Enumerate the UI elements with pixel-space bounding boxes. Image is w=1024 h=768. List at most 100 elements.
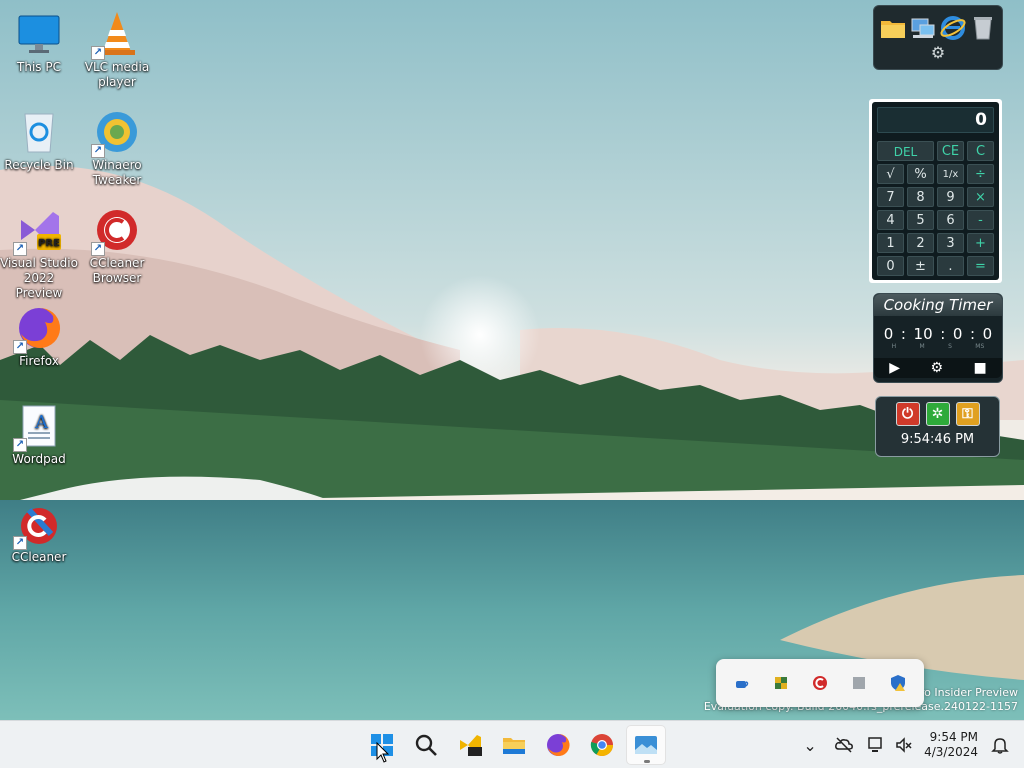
recycle-bin-icon: [15, 108, 63, 156]
calc-key-7[interactable]: 7: [877, 187, 904, 207]
system-tray: ⌄ 9:54 PM 4/3/2024: [796, 721, 1024, 768]
calc-key-subtract[interactable]: -: [967, 210, 994, 230]
search-button[interactable]: [406, 725, 446, 765]
svg-text:PRE: PRE: [38, 238, 60, 249]
onedrive-off-icon[interactable]: [830, 731, 858, 759]
gear-icon[interactable]: ⚙: [930, 360, 943, 376]
timer-unit-ms: MS: [975, 343, 985, 350]
ccleaner-tray-icon[interactable]: [811, 674, 829, 692]
calculator-gadget: 0 DEL CE C √ % 1/x ÷ 7 8 9 × 4 5 6 - 1 2…: [869, 99, 1002, 283]
desktop-icon-ccleaner-browser[interactable]: ↗ CCleaner Browser: [78, 206, 156, 286]
desktop-icon-vlc[interactable]: ↗ VLC media player: [78, 10, 156, 90]
taskbar-chrome[interactable]: [582, 725, 622, 765]
recycle-bin-icon[interactable]: [969, 14, 997, 42]
folder-icon[interactable]: [879, 14, 907, 42]
wordpad-icon: A ↗: [13, 402, 63, 452]
desktop-icon-wordpad[interactable]: A ↗ Wordpad: [0, 402, 78, 467]
file-explorer-icon: [503, 738, 525, 754]
calc-key-del[interactable]: DEL: [877, 141, 934, 161]
calculator-keypad: DEL CE C √ % 1/x ÷ 7 8 9 × 4 5 6 - 1 2 3…: [877, 141, 994, 276]
network-computer-icon[interactable]: [909, 14, 937, 42]
desktop-icon-label: This PC: [17, 60, 61, 74]
calc-key-2[interactable]: 2: [907, 233, 934, 253]
timer-unit-labels: H M S MS: [874, 343, 1002, 350]
clock-time: 9:54 PM: [929, 730, 978, 744]
desktop-icon-winaero-tweaker[interactable]: ↗ Winaero Tweaker: [78, 108, 156, 188]
security-warning-icon[interactable]: [889, 674, 907, 692]
calc-key-sqrt[interactable]: √: [877, 164, 904, 184]
timer-milliseconds[interactable]: 0: [983, 325, 993, 343]
timer-separator: :: [900, 325, 906, 343]
network-icon[interactable]: [862, 731, 890, 759]
shortcut-arrow-icon: ↗: [91, 242, 105, 256]
volume-mute-icon[interactable]: [890, 731, 918, 759]
winaero-tweaker-icon: ↗: [91, 108, 141, 158]
desktop-icon-label: CCleaner: [89, 256, 145, 270]
desktop-icon-this-pc[interactable]: This PC: [0, 10, 78, 75]
gadget-clock: 9:54:46 PM: [900, 432, 975, 447]
lock-key-icon[interactable]: ⚿: [955, 402, 980, 426]
taskbar-visual-studio-preview[interactable]: [450, 725, 490, 765]
calc-key-5[interactable]: 5: [907, 210, 934, 230]
taskbar-firefox[interactable]: [538, 725, 578, 765]
timer-title: Cooking Timer: [874, 294, 1002, 316]
coffee-cup-icon[interactable]: [733, 674, 751, 692]
desktop-icon-label: player: [98, 75, 136, 89]
power-clock-gadget: ⏻ ✲ ⚿ 9:54:46 PM: [875, 396, 1000, 457]
gear-icon[interactable]: ⚙: [874, 44, 1002, 62]
restart-icon[interactable]: ✲: [925, 402, 950, 426]
timer-separator: :: [940, 325, 946, 343]
timer-unit-s: S: [948, 343, 952, 350]
calc-key-1[interactable]: 1: [877, 233, 904, 253]
play-icon[interactable]: ▶: [889, 360, 900, 376]
shutdown-icon[interactable]: ⏻: [895, 402, 920, 426]
calc-key-add[interactable]: +: [967, 233, 994, 253]
visual-studio-icon: PRE ↗: [13, 206, 63, 256]
calc-key-0[interactable]: 0: [877, 256, 904, 276]
timer-seconds[interactable]: 0: [953, 325, 963, 343]
timer-readout: 0 : 10 : 0 : 0: [874, 316, 1002, 343]
taskbar-file-explorer[interactable]: [494, 725, 534, 765]
desktop-icon-label: 2022 Preview: [15, 271, 63, 300]
calc-key-equals[interactable]: =: [967, 256, 994, 276]
timer-minutes[interactable]: 10: [914, 325, 933, 343]
desktop-icon-visual-studio[interactable]: PRE ↗ Visual Studio 2022 Preview: [0, 206, 78, 301]
taskbar-photos[interactable]: [626, 725, 666, 765]
calc-key-decimal[interactable]: .: [937, 256, 964, 276]
calc-key-4[interactable]: 4: [877, 210, 904, 230]
gray-square-icon[interactable]: [850, 674, 868, 692]
calc-key-reciprocal[interactable]: 1/x: [937, 164, 964, 184]
shortcut-arrow-icon: ↗: [13, 340, 27, 354]
monitor-icon: [15, 10, 63, 58]
desktop-icon-recycle-bin[interactable]: Recycle Bin: [0, 108, 78, 173]
ccleaner-icon: ↗: [13, 500, 63, 550]
calc-key-8[interactable]: 8: [907, 187, 934, 207]
shortcut-arrow-icon: ↗: [91, 46, 105, 60]
calc-key-6[interactable]: 6: [937, 210, 964, 230]
calc-key-plus-minus[interactable]: ±: [907, 256, 934, 276]
photos-icon: [635, 736, 657, 754]
shortcut-arrow-icon: ↗: [13, 536, 27, 550]
calc-key-3[interactable]: 3: [937, 233, 964, 253]
desktop-icon-ccleaner[interactable]: ↗ CCleaner: [0, 500, 78, 565]
color-grid-icon[interactable]: [772, 674, 790, 692]
calc-key-percent[interactable]: %: [907, 164, 934, 184]
clock-date: 4/3/2024: [924, 745, 978, 759]
calc-key-multiply[interactable]: ×: [967, 187, 994, 207]
taskbar-clock[interactable]: 9:54 PM 4/3/2024: [918, 730, 986, 760]
internet-explorer-icon[interactable]: [939, 14, 967, 42]
timer-hours[interactable]: 0: [884, 325, 894, 343]
desktop-icon-label: Tweaker: [92, 173, 142, 187]
shortcut-arrow-icon: ↗: [13, 438, 27, 452]
mouse-cursor-icon: [376, 742, 390, 763]
calc-key-clear[interactable]: C: [967, 141, 994, 161]
tray-overflow-chevron[interactable]: ⌄: [796, 731, 824, 759]
calc-key-divide[interactable]: ÷: [967, 164, 994, 184]
bell-icon[interactable]: [986, 731, 1014, 759]
desktop-icon-firefox[interactable]: ↗ Firefox: [0, 304, 78, 369]
calc-key-9[interactable]: 9: [937, 187, 964, 207]
stop-icon[interactable]: ■: [974, 360, 987, 376]
desktop-icon-label: CCleaner: [11, 550, 67, 564]
firefox-icon: [547, 733, 570, 756]
calc-key-ce[interactable]: CE: [937, 141, 964, 161]
